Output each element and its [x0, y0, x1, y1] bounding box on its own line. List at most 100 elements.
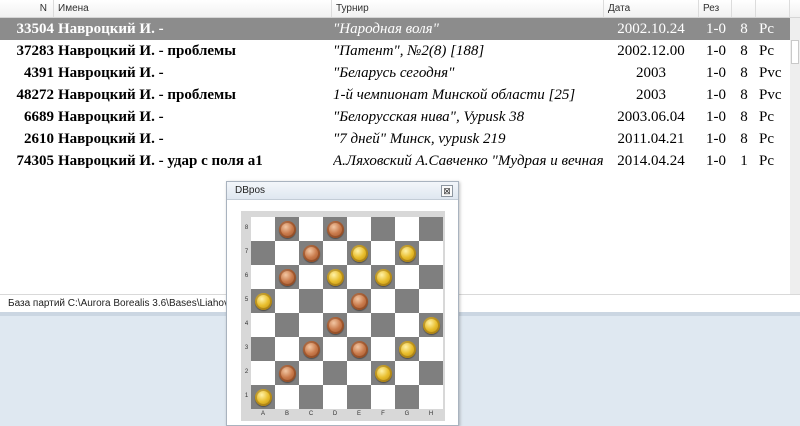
rank-label: 4: [244, 321, 249, 327]
board-square[interactable]: [419, 241, 443, 265]
table-row[interactable]: 48272 Навроцкий И. - проблемы 1-й чемпиона…: [0, 84, 790, 106]
board-square[interactable]: [371, 385, 395, 409]
board-square[interactable]: [323, 385, 347, 409]
white-checker-piece[interactable]: [254, 292, 272, 310]
board-square[interactable]: [275, 241, 299, 265]
white-checker-piece[interactable]: [398, 244, 416, 262]
board-square[interactable]: [275, 313, 299, 337]
board-square[interactable]: [419, 265, 443, 289]
board-square[interactable]: [275, 289, 299, 313]
vertical-scrollbar[interactable]: [790, 18, 800, 294]
black-checker-piece[interactable]: [302, 244, 320, 262]
board-square[interactable]: [251, 265, 275, 289]
file-label: B: [284, 411, 289, 417]
white-checker-piece[interactable]: [374, 268, 392, 286]
column-header-result[interactable]: Рез: [699, 0, 732, 17]
player-name-cell: Навроцкий И. - проблемы: [58, 43, 236, 59]
board-square[interactable]: [299, 265, 323, 289]
game-number-cell: 2610: [24, 131, 54, 147]
board-square[interactable]: [347, 217, 371, 241]
column-header-type[interactable]: [756, 0, 790, 17]
board-square[interactable]: [347, 313, 371, 337]
board-square[interactable]: [395, 385, 419, 409]
white-checker-piece[interactable]: [374, 364, 392, 382]
column-header-names[interactable]: Имена: [54, 0, 332, 17]
board-square[interactable]: [347, 265, 371, 289]
date-cell: 2002.10.24: [617, 21, 685, 37]
board-square[interactable]: [419, 361, 443, 385]
board-square[interactable]: [275, 337, 299, 361]
board-square[interactable]: [371, 217, 395, 241]
board-square[interactable]: [251, 241, 275, 265]
board-square[interactable]: [395, 217, 419, 241]
board-square[interactable]: [323, 289, 347, 313]
board-square[interactable]: [419, 217, 443, 241]
board-square[interactable]: [371, 337, 395, 361]
game-number-cell: 74305: [16, 153, 55, 169]
board-square[interactable]: [299, 361, 323, 385]
close-icon[interactable]: ⊠: [441, 185, 453, 197]
dbpos-window: DBpos ⊠ 8 7 6 5 4 3 2 1 A B C D E F G H: [226, 181, 459, 426]
column-header-tournament[interactable]: Турнир: [332, 0, 604, 17]
column-header-moves[interactable]: [732, 0, 756, 17]
player-name-cell: Навроцкий И. -: [58, 65, 164, 81]
board-square[interactable]: [419, 337, 443, 361]
moves-cell: 8: [740, 21, 748, 37]
white-checker-piece[interactable]: [326, 268, 344, 286]
rank-label: 7: [244, 249, 249, 255]
board-square[interactable]: [419, 385, 443, 409]
board-square[interactable]: [395, 289, 419, 313]
board-square[interactable]: [371, 241, 395, 265]
type-cell: Pc: [759, 109, 774, 125]
table-row[interactable]: 37283 Навроцкий И. - проблемы "Патент", №2…: [0, 40, 790, 62]
board-square[interactable]: [299, 217, 323, 241]
board-square[interactable]: [371, 289, 395, 313]
white-checker-piece[interactable]: [398, 340, 416, 358]
board-square[interactable]: [275, 385, 299, 409]
black-checker-piece[interactable]: [326, 316, 344, 334]
result-cell: 1-0: [706, 65, 726, 81]
black-checker-piece[interactable]: [326, 220, 344, 238]
board-square[interactable]: [347, 385, 371, 409]
white-checker-piece[interactable]: [350, 244, 368, 262]
board-square[interactable]: [299, 289, 323, 313]
board-square[interactable]: [251, 337, 275, 361]
board-square[interactable]: [347, 361, 371, 385]
board-square[interactable]: [251, 313, 275, 337]
dbpos-titlebar[interactable]: DBpos ⊠: [227, 182, 458, 200]
column-header-date[interactable]: Дата: [604, 0, 699, 17]
checkers-board[interactable]: [251, 217, 443, 409]
board-square[interactable]: [371, 313, 395, 337]
board-square[interactable]: [323, 241, 347, 265]
board-square[interactable]: [299, 313, 323, 337]
white-checker-piece[interactable]: [254, 388, 272, 406]
white-checker-piece[interactable]: [422, 316, 440, 334]
table-row[interactable]: 74305 Навроцкий И. - удар с поля а1 А.Ляхо…: [0, 150, 790, 172]
black-checker-piece[interactable]: [278, 364, 296, 382]
board-square[interactable]: [323, 361, 347, 385]
board-square[interactable]: [419, 289, 443, 313]
board-frame: 8 7 6 5 4 3 2 1 A B C D E F G H: [241, 211, 445, 421]
board-square[interactable]: [395, 313, 419, 337]
black-checker-piece[interactable]: [350, 292, 368, 310]
black-checker-piece[interactable]: [278, 268, 296, 286]
game-number-cell: 33504: [16, 21, 55, 37]
board-square[interactable]: [251, 361, 275, 385]
black-checker-piece[interactable]: [302, 340, 320, 358]
result-cell: 1-0: [706, 87, 726, 103]
black-checker-piece[interactable]: [350, 340, 368, 358]
table-row[interactable]: 2610 Навроцкий И. - "7 дней" Минск, vypusk…: [0, 128, 790, 150]
board-square[interactable]: [395, 361, 419, 385]
board-square[interactable]: [323, 337, 347, 361]
player-name-cell: Навроцкий И. -: [58, 131, 164, 147]
board-square[interactable]: [299, 385, 323, 409]
table-row[interactable]: 4391 Навроцкий И. - "Беларусь сегодня" 2003…: [0, 62, 790, 84]
table-row[interactable]: 33504 Навроцкий И. - "Народная воля" 2002.1…: [0, 18, 790, 40]
scrollbar-thumb[interactable]: [791, 40, 799, 64]
result-cell: 1-0: [706, 109, 726, 125]
board-square[interactable]: [395, 265, 419, 289]
board-square[interactable]: [251, 217, 275, 241]
table-row[interactable]: 6689 Навроцкий И. - "Белорусская нива", Vy…: [0, 106, 790, 128]
column-header-n[interactable]: N: [0, 0, 54, 17]
black-checker-piece[interactable]: [278, 220, 296, 238]
